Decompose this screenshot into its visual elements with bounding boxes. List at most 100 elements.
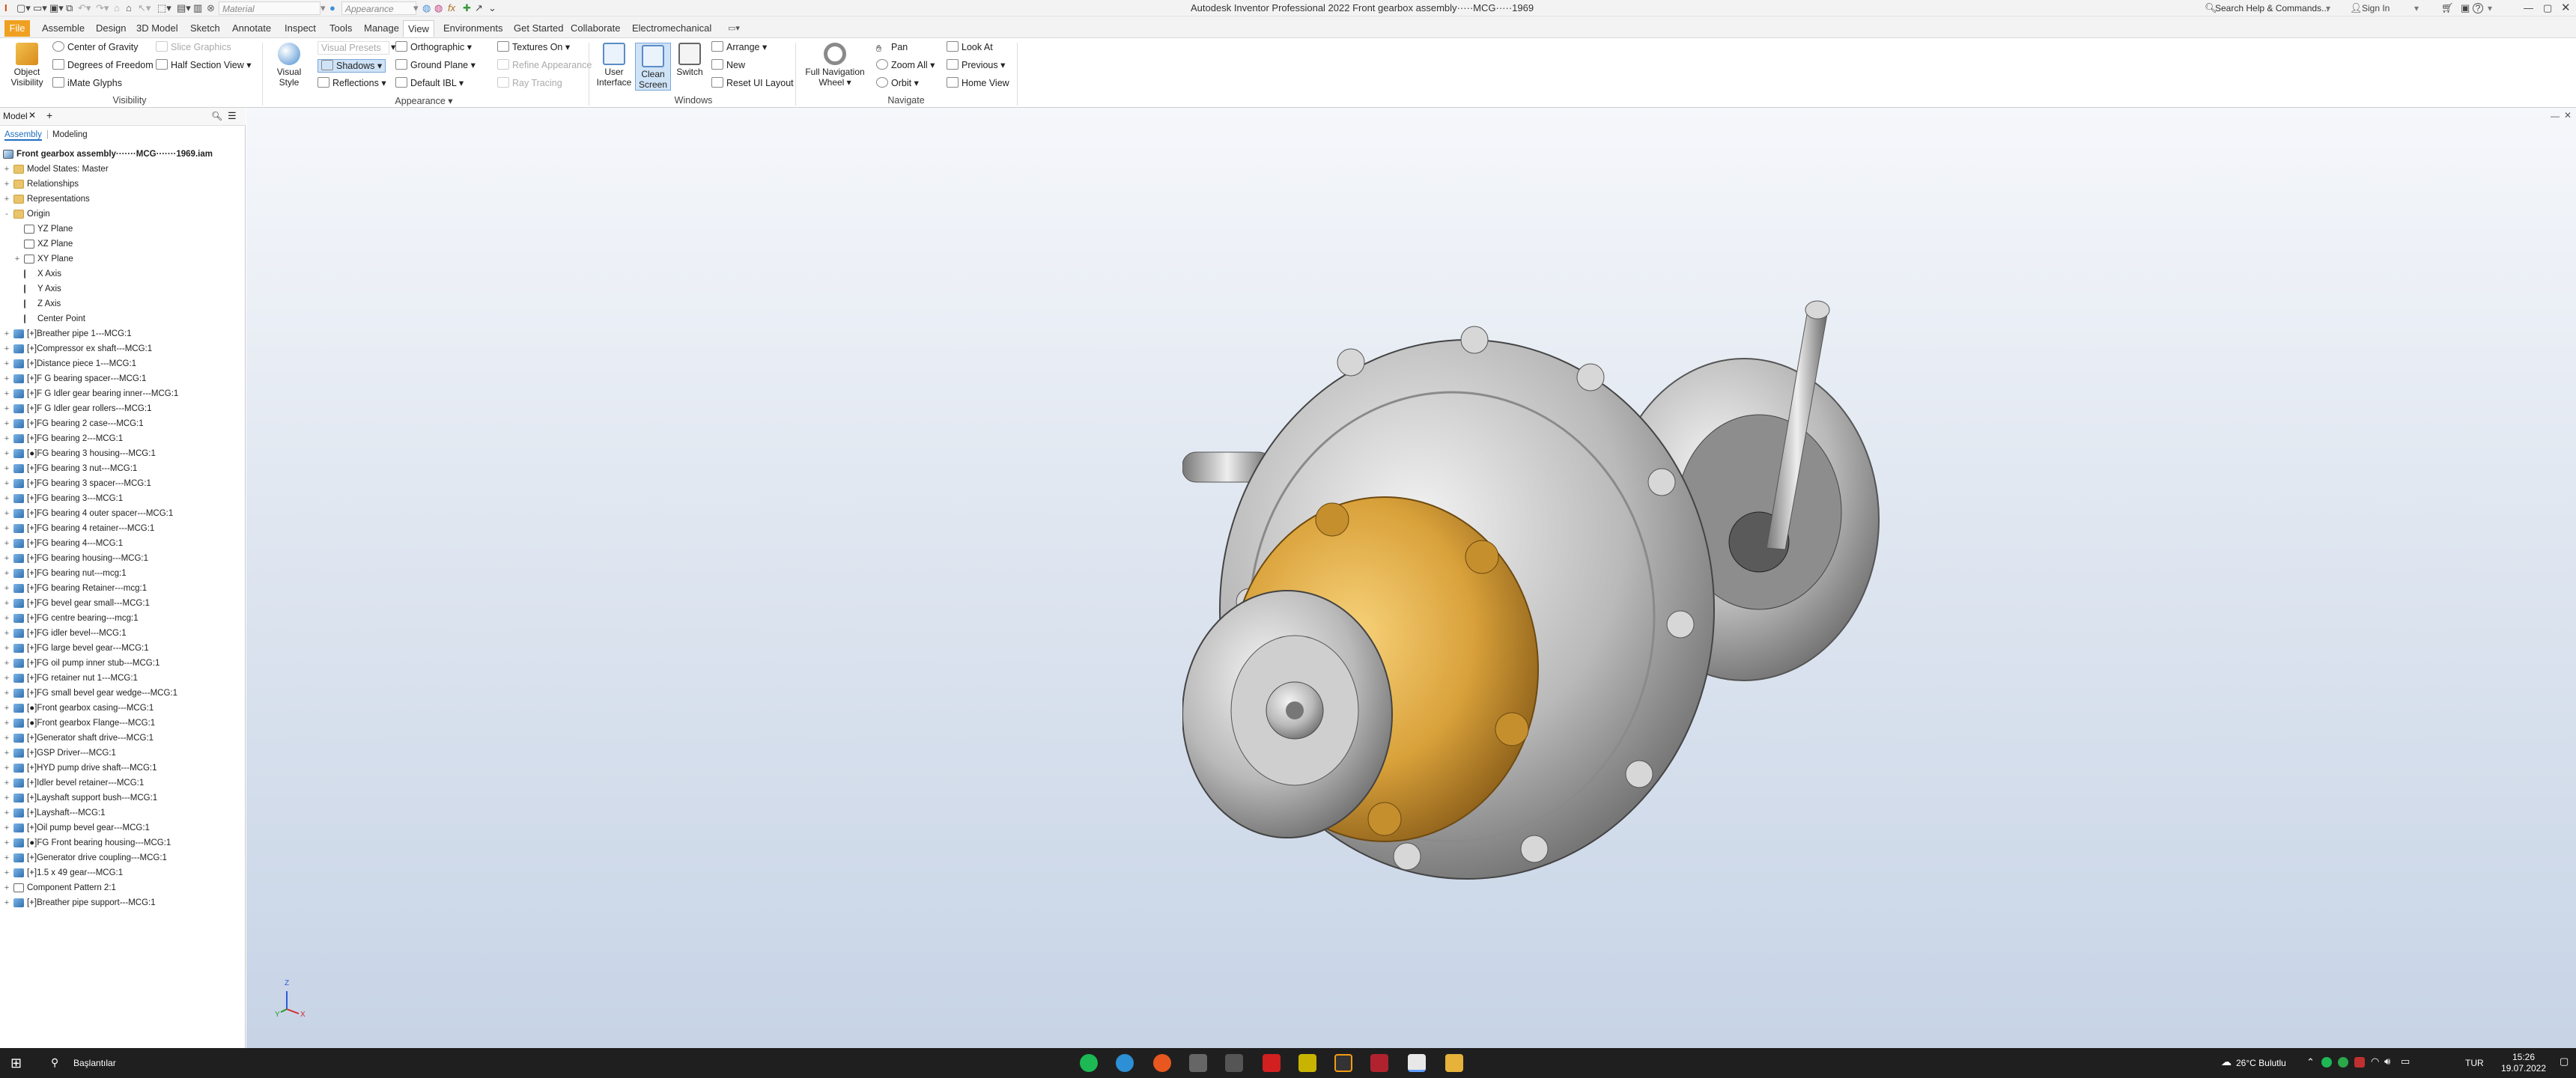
file-explorer-icon[interactable] <box>1445 1054 1463 1072</box>
expand-icon[interactable]: + <box>3 446 10 461</box>
tree-item[interactable]: + [+]FG retainer nut 1---MCG:1 <box>0 671 246 686</box>
tree-item[interactable]: + [+]Generator shaft drive---MCG:1 <box>0 731 246 746</box>
expand-icon[interactable]: + <box>3 506 10 521</box>
expand-icon[interactable]: + <box>3 596 10 611</box>
weather-text[interactable]: 26°C Bulutlu <box>2236 1058 2286 1069</box>
tree-item[interactable]: + [+]FG idler bevel---MCG:1 <box>0 626 246 641</box>
select-icon[interactable]: ⌂ <box>114 1 120 15</box>
user-interface-button[interactable]: User Interface <box>596 43 632 88</box>
material-dropdown[interactable]: Material <box>219 1 321 15</box>
clean-screen-button[interactable]: Clean Screen <box>635 43 671 91</box>
tree-item[interactable]: + [+]HYD pump drive shaft---MCG:1 <box>0 761 246 776</box>
tab-collaborate[interactable]: Collaborate <box>566 20 625 37</box>
add-browser-tab-button[interactable]: + <box>46 109 52 121</box>
minimize-icon[interactable]: — <box>2524 1 2533 15</box>
expand-icon[interactable]: + <box>3 162 10 177</box>
expand-icon[interactable]: + <box>3 401 10 416</box>
browser-tab-model[interactable]: Model <box>3 111 28 121</box>
expand-icon[interactable]: + <box>3 806 10 820</box>
tray-security-icon[interactable] <box>2354 1057 2365 1068</box>
copy-icon[interactable]: ⧉ <box>66 1 73 15</box>
expand-icon[interactable]: + <box>3 581 10 596</box>
maximize-icon[interactable]: ▢ <box>2543 1 2552 15</box>
tree-item[interactable]: + [+]Distance piece 1---MCG:1 <box>0 356 246 371</box>
collapse-icon[interactable]: - <box>3 207 10 222</box>
appearance-dropdown[interactable]: Appearance <box>341 1 416 15</box>
autocad-icon[interactable] <box>1334 1054 1352 1072</box>
expand-icon[interactable]: + <box>3 626 10 641</box>
tab-environments[interactable]: Environments <box>439 20 507 37</box>
tree-item[interactable]: + [+]FG bearing nut---mcg:1 <box>0 566 246 581</box>
select-priority-icon[interactable]: ⬚▾ <box>157 1 171 15</box>
look-at-button[interactable]: Look At <box>947 41 993 53</box>
expand-icon[interactable]: + <box>3 671 10 686</box>
clock-date[interactable]: 19.07.2022 <box>2494 1063 2554 1074</box>
tab-annotate[interactable]: Annotate <box>228 20 276 37</box>
tree-item[interactable]: Y Axis <box>0 281 246 296</box>
expand-icon[interactable]: + <box>3 776 10 791</box>
edge-icon[interactable] <box>1116 1054 1134 1072</box>
wifi-icon[interactable]: ◠ <box>2371 1056 2379 1068</box>
center-of-gravity-button[interactable]: Center of Gravity <box>52 41 138 53</box>
model-icon[interactable]: ▤▾ <box>177 1 191 15</box>
new-window-button[interactable]: New <box>711 59 745 71</box>
expand-icon[interactable]: + <box>3 326 10 341</box>
tree-item[interactable]: + [●]FG bearing 3 housing---MCG:1 <box>0 446 246 461</box>
autodesk-icon[interactable] <box>1370 1054 1388 1072</box>
tree-item[interactable]: + Relationships <box>0 177 246 192</box>
notification-icon[interactable]: ▢ <box>2560 1056 2569 1068</box>
expand-icon[interactable]: + <box>3 416 10 431</box>
paint-icon[interactable] <box>1225 1054 1243 1072</box>
close-icon[interactable]: ✕ <box>28 110 36 121</box>
tray-app-icon[interactable] <box>2338 1057 2348 1068</box>
subtab-assembly[interactable]: Assembly <box>4 130 42 141</box>
expand-icon[interactable]: + <box>3 566 10 581</box>
cart-icon[interactable]: 🛒︎ <box>2441 1 2454 15</box>
expand-icon[interactable]: + <box>3 371 10 386</box>
imate-glyphs-button[interactable]: iMate Glyphs <box>52 77 122 89</box>
sign-in-button[interactable]: Sign In <box>2362 1 2390 15</box>
fx-icon[interactable]: fx <box>448 1 455 15</box>
slice-graphics-button[interactable]: Slice Graphics <box>156 41 231 53</box>
tab-design[interactable]: Design <box>91 20 130 37</box>
tree-item[interactable]: + [+]FG large bevel gear---MCG:1 <box>0 641 246 656</box>
tab-view[interactable]: View <box>403 20 434 37</box>
tab-sketch[interactable]: Sketch <box>186 20 225 37</box>
tab-assemble[interactable]: Assemble <box>37 20 89 37</box>
save-icon[interactable]: ▣▾ <box>49 1 64 15</box>
tree-item[interactable]: + XY Plane <box>0 252 246 267</box>
expand-icon[interactable]: + <box>3 611 10 626</box>
expand-icon[interactable]: + <box>3 356 10 371</box>
tree-item[interactable]: + [+]Breather pipe support---MCG:1 <box>0 895 246 910</box>
shadows-button[interactable]: Shadows ▾ <box>318 59 386 73</box>
tree-item[interactable]: + [+]Generator drive coupling---MCG:1 <box>0 850 246 865</box>
tree-item[interactable]: + [+]FG bearing 3 spacer---MCG:1 <box>0 476 246 491</box>
tray-spotify-icon[interactable] <box>2321 1057 2332 1068</box>
tree-item[interactable]: + [+]Layshaft support bush---MCG:1 <box>0 791 246 806</box>
orthographic-button[interactable]: Orthographic ▾ <box>395 41 472 53</box>
tree-item[interactable]: + [+]F G bearing spacer---MCG:1 <box>0 371 246 386</box>
expand-icon[interactable]: + <box>3 536 10 551</box>
help-search-input[interactable]: Search Help & Commands... <box>2215 1 2329 15</box>
tree-item[interactable]: + [+]F G Idler gear bearing inner---MCG:1 <box>0 386 246 401</box>
ribbon-options-icon[interactable]: ▭▾ <box>723 20 744 37</box>
search-icon[interactable]: 🔍︎ <box>211 111 222 121</box>
expand-icon[interactable]: + <box>13 252 21 267</box>
pan-button[interactable]: ✋︎ Pan <box>876 41 908 54</box>
tree-item[interactable]: + [+]FG bearing 2 case---MCG:1 <box>0 416 246 431</box>
tree-item[interactable]: + [+]Breather pipe 1---MCG:1 <box>0 326 246 341</box>
full-navigation-wheel-button[interactable]: Full Navigation Wheel ▾ <box>801 43 869 88</box>
app-icon[interactable] <box>1153 1054 1171 1072</box>
tree-item[interactable]: + [+]FG oil pump inner stub---MCG:1 <box>0 656 246 671</box>
expand-icon[interactable]: + <box>3 716 10 731</box>
spotify-icon[interactable] <box>1080 1054 1098 1072</box>
customize-icon[interactable]: ⌄ <box>488 1 496 15</box>
tree-item[interactable]: + Component Pattern 2:1 <box>0 880 246 895</box>
tree-item[interactable]: YZ Plane <box>0 222 246 237</box>
tree-item[interactable]: + [+]FG small bevel gear wedge---MCG:1 <box>0 686 246 701</box>
tree-item[interactable]: + [+]FG bearing 2---MCG:1 <box>0 431 246 446</box>
expand-icon[interactable]: + <box>3 461 10 476</box>
appearance-group-label[interactable]: Appearance ▾ <box>267 95 581 106</box>
gearbox-model[interactable] <box>1182 250 1931 939</box>
expand-icon[interactable]: + <box>3 521 10 536</box>
